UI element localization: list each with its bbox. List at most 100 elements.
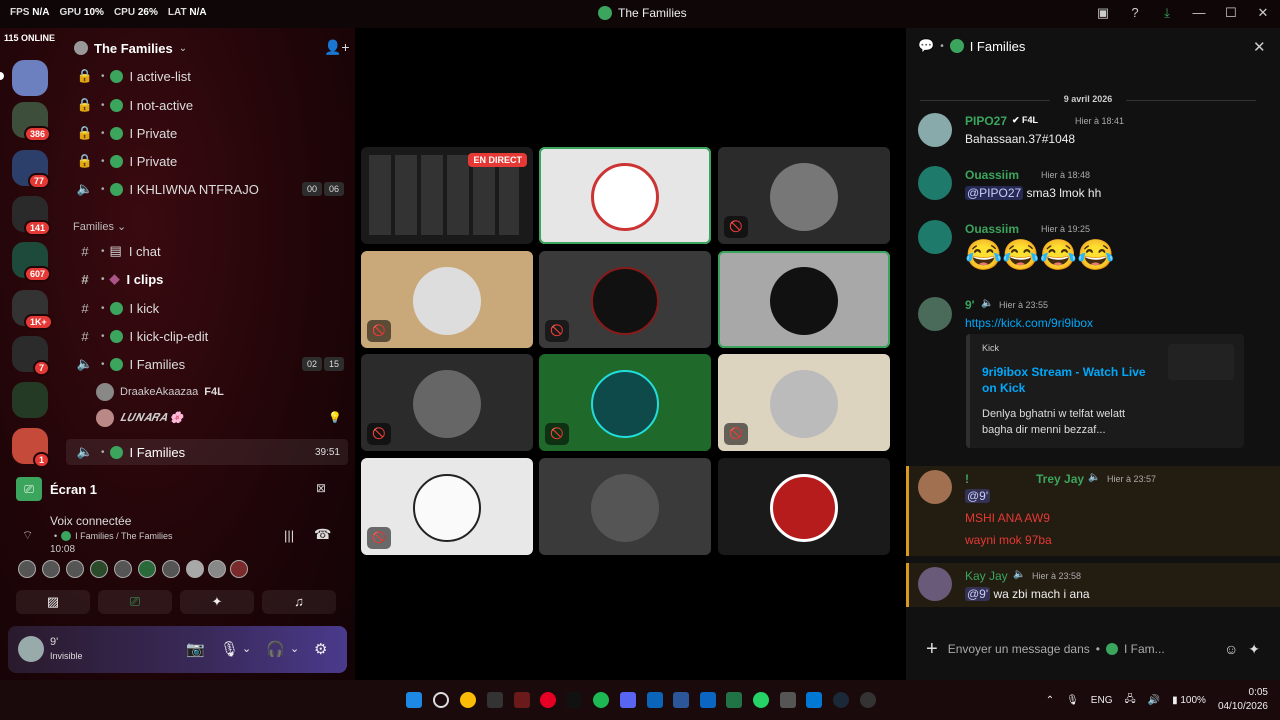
- participant-avatar[interactable]: [66, 560, 84, 578]
- volume-icon[interactable]: 🔊: [1148, 695, 1160, 706]
- search-icon[interactable]: [433, 692, 449, 708]
- help-icon[interactable]: ?: [1126, 4, 1144, 22]
- participant-tile[interactable]: 🚫: [539, 354, 711, 451]
- participant-tile[interactable]: [718, 458, 890, 555]
- stream-tile[interactable]: EN DIRECT: [361, 147, 533, 244]
- steam-icon[interactable]: [833, 692, 849, 708]
- spotify-icon[interactable]: [593, 692, 609, 708]
- channel-item[interactable]: # • ▤ I chat: [66, 238, 348, 264]
- participant-tile[interactable]: 🚫: [361, 354, 533, 451]
- participant-avatar[interactable]: [162, 560, 180, 578]
- camera-off-button[interactable]: ▨: [16, 590, 90, 614]
- channel-item[interactable]: # • I kick-clip-edit: [66, 323, 348, 349]
- channel-item[interactable]: # • I kick: [66, 295, 348, 321]
- chevron-down-icon[interactable]: ⌄: [242, 642, 251, 655]
- app-icon[interactable]: [514, 692, 530, 708]
- screen-share-row[interactable]: ⎚ Écran 1: [16, 476, 346, 502]
- participant-avatar[interactable]: [138, 560, 156, 578]
- add-member-icon[interactable]: 👤+: [324, 39, 350, 56]
- microphone-icon[interactable]: 🎙: [220, 640, 239, 658]
- category-header[interactable]: Families ⌄: [73, 220, 126, 233]
- avatar[interactable]: [918, 470, 952, 504]
- activities-button[interactable]: ✦: [180, 590, 254, 614]
- participant-avatar[interactable]: [90, 560, 108, 578]
- clock[interactable]: 0:05 04/10/2026: [1218, 686, 1268, 714]
- linkedin-icon[interactable]: [700, 692, 716, 708]
- discord-icon[interactable]: [620, 692, 636, 708]
- server-icon[interactable]: [12, 60, 48, 96]
- avatar[interactable]: [918, 220, 952, 254]
- message-author[interactable]: 9': [965, 298, 975, 312]
- participant-avatar[interactable]: [18, 560, 36, 578]
- settings-gear-icon[interactable]: ⚙: [314, 640, 327, 658]
- excel-icon[interactable]: [726, 692, 742, 708]
- windows-start-icon[interactable]: [406, 692, 422, 708]
- participant-tile[interactable]: 🚫: [361, 251, 533, 348]
- participant-avatar[interactable]: [208, 560, 226, 578]
- app-icon[interactable]: [806, 692, 822, 708]
- app-icon[interactable]: [860, 692, 876, 708]
- channel-item[interactable]: 🔒 • I Private: [66, 120, 348, 146]
- noise-suppression-icon[interactable]: |||: [284, 528, 294, 543]
- camera-off-icon[interactable]: 📷: [186, 640, 205, 658]
- network-icon[interactable]: 🖧: [1124, 692, 1135, 709]
- close-icon[interactable]: ✕: [1253, 38, 1266, 56]
- close-window-button[interactable]: ✕: [1254, 4, 1272, 22]
- app-icon[interactable]: [780, 692, 796, 708]
- participant-tile[interactable]: 🚫: [539, 251, 711, 348]
- add-attachment-icon[interactable]: +: [926, 638, 938, 661]
- participant-avatar[interactable]: [230, 560, 248, 578]
- disconnect-icon[interactable]: ☎: [314, 526, 331, 543]
- participant-tile[interactable]: [539, 147, 711, 244]
- chrome-icon[interactable]: [460, 692, 476, 708]
- message-author[interactable]: Kay Jay: [965, 569, 1008, 583]
- avatar[interactable]: [918, 567, 952, 601]
- embed-title[interactable]: 9ri9ibox Stream - Watch Live on Kick: [982, 364, 1152, 396]
- participant-tile[interactable]: [539, 458, 711, 555]
- outlook-icon[interactable]: [647, 692, 663, 708]
- participant-avatar[interactable]: [186, 560, 204, 578]
- message-author[interactable]: Trey Jay: [1036, 472, 1084, 486]
- download-icon[interactable]: ⤓: [1158, 4, 1176, 22]
- message-author[interactable]: Ouassiim: [965, 222, 1019, 236]
- avatar[interactable]: [918, 113, 952, 147]
- channel-item[interactable]: 🔒 • I active-list: [66, 63, 348, 89]
- message-author[interactable]: PIPO27: [965, 114, 1007, 128]
- app-icon[interactable]: [487, 692, 503, 708]
- voice-channel-item[interactable]: 🔈 • I Families 02 15: [66, 351, 348, 377]
- channel-item[interactable]: 🔒 • I not-active: [66, 92, 348, 118]
- server-header[interactable]: The Families ⌄: [74, 38, 344, 58]
- channel-item[interactable]: # • ◆ I clips: [66, 266, 348, 292]
- chevron-down-icon[interactable]: ⌄: [290, 642, 299, 655]
- message-input[interactable]: + Envoyer un message dans • I Fam... ☺ ✦: [918, 630, 1268, 668]
- tiktok-icon[interactable]: [566, 692, 582, 708]
- battery-indicator[interactable]: ▮ 100%: [1172, 695, 1206, 706]
- avatar[interactable]: [918, 166, 952, 200]
- whatsapp-icon[interactable]: [753, 692, 769, 708]
- voice-user[interactable]: DraakeAkaazaa F4L: [96, 383, 224, 401]
- participant-tile[interactable]: 🚫: [718, 147, 890, 244]
- voice-channel-item[interactable]: 🔈 • I KHLIWNA NTFRAJO 00 06: [66, 176, 348, 202]
- pinterest-icon[interactable]: [540, 692, 556, 708]
- avatar[interactable]: [918, 297, 952, 331]
- voice-user[interactable]: 𝑳𝑼𝑵𝑨𝑹𝑨 🌸: [96, 409, 183, 427]
- participant-tile[interactable]: 🚫: [361, 458, 533, 555]
- server-icon[interactable]: [12, 382, 48, 418]
- minimize-button[interactable]: —: [1190, 4, 1208, 22]
- headphones-icon[interactable]: 🎧: [266, 640, 285, 658]
- chevron-up-icon[interactable]: ⌃: [1046, 695, 1054, 706]
- participant-avatar[interactable]: [114, 560, 132, 578]
- participant-tile[interactable]: 🚫: [718, 354, 890, 451]
- message-author[interactable]: Ouassiim: [965, 168, 1019, 182]
- apps-icon[interactable]: ✦: [1248, 641, 1260, 658]
- participant-avatar[interactable]: [42, 560, 60, 578]
- microphone-icon[interactable]: 🎙: [1066, 695, 1079, 706]
- stop-share-icon[interactable]: ⊠: [316, 481, 326, 495]
- screen-share-button[interactable]: ⎚: [98, 590, 172, 614]
- soundboard-button[interactable]: ♫: [262, 590, 336, 614]
- embed-thumbnail[interactable]: [1168, 344, 1234, 380]
- word-icon[interactable]: [673, 692, 689, 708]
- language-indicator[interactable]: ENG: [1091, 695, 1113, 706]
- voice-location[interactable]: • I Families / The Families: [54, 531, 173, 541]
- voice-channel-item-active[interactable]: 🔈 • I Families 39:51: [66, 439, 348, 465]
